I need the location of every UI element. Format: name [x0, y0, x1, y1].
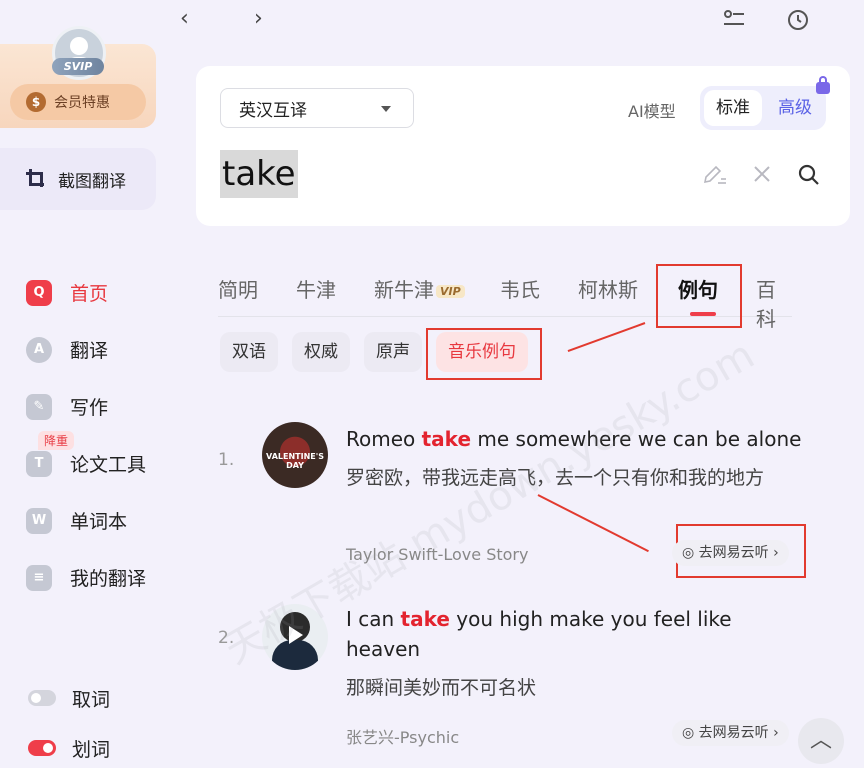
example-translation: 那瞬间美妙而不可名状 — [346, 677, 537, 699]
example-source[interactable]: 张艺兴-Psychic — [346, 724, 459, 748]
annotation-arrow — [567, 322, 646, 352]
language-mode-select[interactable]: 英汉互译 — [220, 88, 414, 128]
sidebar-item-my-translations[interactable]: ≡ 我的翻译 — [0, 549, 168, 606]
example-number: 1. — [218, 450, 235, 470]
chip-authoritative[interactable]: 权威 — [292, 332, 350, 372]
vip-card[interactable]: SVIP $ 会员特惠 — [0, 26, 156, 128]
sidebar-item-wordbook[interactable]: W 单词本 — [0, 492, 168, 549]
album-thumb-text: VALENTINE'S DAY — [266, 452, 324, 470]
album-thumbnail[interactable] — [262, 604, 328, 670]
translate-icon: A — [26, 336, 52, 363]
sidebar-item-label: 翻译 — [70, 340, 109, 362]
ai-mode-toggle: 标准 高级 — [700, 86, 826, 130]
listen-netease-button[interactable]: ◎ 去网易云听 › — [672, 720, 789, 746]
wordbook-icon: W — [26, 507, 52, 534]
sidebar-item-paper-tools[interactable]: 降重 T 论文工具 — [0, 431, 168, 492]
chevron-up-icon: ︿ — [809, 728, 832, 753]
tab-collins[interactable]: 柯林斯 — [578, 274, 638, 303]
pen-icon: ✎ — [26, 393, 52, 420]
netease-icon: ◎ — [682, 725, 699, 741]
word-pick-switch[interactable] — [28, 690, 56, 706]
sidebar-nav: Q 首页 A 翻译 ✎ 写作 降重 T 论文工具 W 单词本 ≡ 我的翻译 — [0, 264, 168, 606]
close-icon[interactable] — [752, 164, 772, 189]
annotation-arrow — [537, 494, 649, 553]
annotation-box-chip — [426, 328, 542, 380]
listen-label: 去网易云听 — [698, 545, 769, 561]
sidebar-item-label: 单词本 — [70, 511, 128, 533]
example-number: 2. — [218, 628, 235, 648]
toggle-label: 取词 — [72, 688, 111, 711]
example-sentence: I can take you high make you feel like h… — [346, 604, 766, 664]
member-offer-label: 会员特惠 — [54, 95, 110, 111]
keyword-highlight: take — [421, 427, 472, 451]
crop-icon — [26, 169, 46, 189]
sidebar-item-label: 论文工具 — [70, 454, 147, 476]
screenshot-translate-button[interactable]: 截图翻译 — [0, 148, 156, 210]
member-offer-button[interactable]: $ 会员特惠 — [10, 84, 146, 120]
tab-concise[interactable]: 简明 — [218, 274, 258, 303]
sidebar-item-writing[interactable]: ✎ 写作 — [0, 378, 168, 435]
language-mode-value: 英汉互译 — [239, 100, 307, 121]
selection-translate-toggle[interactable]: 划词 — [0, 728, 196, 768]
sidebar-item-translate[interactable]: A 翻译 — [0, 321, 168, 378]
lock-icon — [816, 76, 830, 94]
tab-oxford[interactable]: 牛津 — [296, 274, 336, 303]
screenshot-translate-label: 截图翻译 — [58, 171, 126, 192]
sentence-text: me somewhere we can be alone — [471, 427, 802, 451]
album-thumbnail[interactable]: VALENTINE'S DAY — [262, 422, 328, 488]
sidebar-item-home[interactable]: Q 首页 — [0, 264, 168, 321]
sidebar-item-label: 我的翻译 — [70, 568, 147, 590]
tab-webster[interactable]: 韦氏 — [500, 274, 540, 303]
tab-label: 新牛津 — [374, 278, 434, 302]
example-sentence: Romeo take me somewhere we can be alone — [346, 424, 816, 454]
home-icon: Q — [26, 279, 52, 306]
mode-advanced-button[interactable]: 高级 — [768, 90, 822, 126]
sentence-text: I can — [346, 607, 401, 631]
mode-standard-button[interactable]: 标准 — [704, 90, 762, 126]
history-icon[interactable] — [786, 8, 810, 38]
search-card: 英汉互译 AI模型 标准 高级 take — [196, 66, 850, 226]
word-pick-toggle[interactable]: 取词 — [0, 678, 196, 718]
toggle-label: 划词 — [72, 738, 111, 761]
forward-icon[interactable]: › — [254, 6, 263, 31]
back-icon[interactable]: ‹ — [180, 6, 189, 31]
example-translation: 罗密欧，带我远走高飞，去一个只有你和我的地方 — [346, 467, 765, 489]
sentence-text: Romeo — [346, 427, 422, 451]
listen-netease-button[interactable]: ◎ 去网易云听 › — [672, 540, 789, 566]
tab-new-oxford[interactable]: 新牛津 VIP — [374, 274, 465, 303]
example-source[interactable]: Taylor Swift-Love Story — [346, 545, 528, 564]
coin-icon: $ — [26, 92, 46, 112]
vip-tag: VIP — [436, 285, 465, 298]
query-input[interactable]: take — [220, 150, 298, 198]
paper-icon: T — [26, 450, 52, 477]
settings-list-icon[interactable] — [722, 8, 746, 36]
selection-translate-switch[interactable] — [28, 740, 56, 756]
keyword-highlight: take — [400, 607, 450, 631]
tab-encyclopedia[interactable]: 百科 — [756, 274, 792, 332]
ai-model-label: AI模型 — [628, 102, 676, 121]
chevron-right-icon: › — [768, 545, 779, 561]
chip-bilingual[interactable]: 双语 — [220, 332, 278, 372]
chevron-right-icon: › — [768, 725, 779, 741]
listen-label: 去网易云听 — [698, 725, 769, 741]
svip-badge: SVIP — [52, 58, 104, 75]
play-icon[interactable] — [289, 626, 303, 644]
chip-original-audio[interactable]: 原声 — [364, 332, 422, 372]
search-icon[interactable] — [798, 164, 820, 191]
edit-icon[interactable] — [702, 164, 728, 191]
annotation-box-tab — [656, 264, 742, 328]
netease-icon: ◎ — [682, 545, 699, 561]
sidebar-item-label: 首页 — [70, 283, 109, 305]
chevron-down-icon — [381, 106, 391, 112]
sidebar: SVIP $ 会员特惠 截图翻译 Q 首页 A 翻译 ✎ 写作 降重 T 论文工… — [0, 0, 168, 762]
scroll-to-top-button[interactable]: ︿ — [798, 718, 844, 764]
reduce-duplicate-badge: 降重 — [38, 431, 75, 450]
my-translation-icon: ≡ — [26, 564, 52, 591]
artist-photo — [272, 640, 318, 670]
sidebar-item-label: 写作 — [70, 397, 109, 419]
